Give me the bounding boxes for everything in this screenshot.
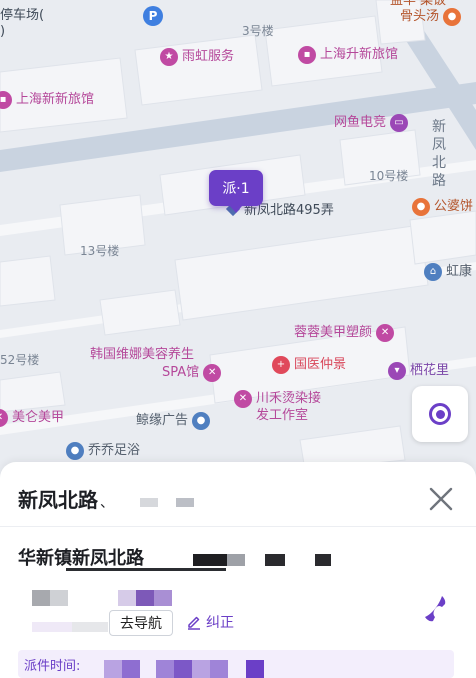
correct-link[interactable]: 纠正 [186,612,234,632]
poi-label: 上海新新旅馆 [16,92,95,107]
building-52: 52号楼 [0,353,40,367]
poi-label: 骨头汤 [400,9,440,24]
road-label-parking: 停车场( [0,8,45,23]
poi-shanghai-sheng-hotel[interactable]: ▪ 上海升新旅馆 [298,46,398,64]
poi-label: 美仑美甲 [12,410,65,425]
service-icon: ★ [160,48,178,66]
poi-label: 蓉蓉美甲塑颜 [294,325,373,340]
poi-hongkang[interactable]: ⌂ 虹康 [424,263,472,281]
poi-rongrong-nails[interactable]: 蓉蓉美甲塑颜 ✕ [294,324,398,342]
poi-qiaoqiao[interactable]: ● 乔乔足浴 [66,442,140,460]
poi-label: 上海升新旅馆 [320,47,399,62]
address-text: 华新镇新凤北路 [18,548,144,569]
poi-label: 川禾烫染接 [256,391,322,406]
dispatch-time-label: 派件时间: [24,659,81,674]
sheet-title: 新凤北路、 [18,484,114,513]
poi-label: 乔乔足浴 [88,443,141,458]
navigate-button[interactable]: 去导航 [109,610,173,636]
redacted-contact [32,590,172,606]
poi-label: 雨虹服务 [182,49,235,64]
map-view[interactable]: 停车场( ) 新凤北路 3号楼 10号楼 13号楼 52号楼 P 益羊 菜饭 骨… [0,0,476,480]
building-10: 10号楼 [369,169,409,183]
home-icon: ⌂ [424,263,442,281]
beauty-icon: ✕ [203,364,222,382]
sheet-title-text: 新凤北路 [18,488,98,512]
dispatch-marker[interactable]: 派·1 [209,170,263,213]
food-icon: ● [412,198,430,216]
beauty-icon: ✕ [234,390,252,408]
shop-icon: ▾ [388,362,406,380]
delivery-detail-sheet: 新凤北路、 华新镇新凤北路 去导航 纠正 派件时间: [0,462,476,678]
close-icon[interactable] [426,484,456,514]
food-icon: ● [443,8,462,26]
redacted-address [193,554,331,566]
poi-chuanhe[interactable]: ✕ 川禾烫染接 [234,390,321,408]
parking-icon[interactable]: P [143,6,163,26]
sheet-title-suffix: 、 [100,495,114,511]
phone-icon[interactable] [420,592,450,626]
poi-guoyi[interactable]: + 国医仲景 [272,356,346,374]
poi-qihuali[interactable]: ▾ 栖花里 [388,362,449,380]
pin-icon: ● [66,442,84,460]
poi-yuhong[interactable]: ★ 雨虹服务 [160,48,234,66]
redacted-text [140,498,194,507]
poi-meilun-nails[interactable]: ✕ 美仑美甲 [0,409,64,427]
poi-label: SPA馆 [162,365,200,380]
edit-icon [188,616,200,630]
building-13: 13号楼 [80,244,120,258]
poi-label: 发工作室 [256,408,309,423]
address-underline [66,568,226,571]
poi-label: 公婆饼 [434,199,474,214]
road-label-parking-end: ) [0,24,6,39]
poi-wangyu[interactable]: 网鱼电竞 ▭ [334,114,412,132]
redacted-contact-2 [32,622,108,632]
dispatch-time-bar: 派件时间: [18,650,454,678]
poi-label: 国医仲景 [294,357,347,372]
locate-icon [429,403,451,425]
locate-button[interactable] [412,386,468,442]
poi-hanguo-spa[interactable]: 韩国维娜美容养生 [90,347,194,363]
redacted-dispatch-time [104,660,264,678]
poi-label: 韩国维娜美容养生 [90,347,195,362]
poi-label: 鲸缘广告 [136,413,189,428]
hotel-icon: ▪ [0,91,12,109]
poi-chuanhe-line2[interactable]: 发工作室 [256,408,308,424]
poi-shanghai-xinxin-hotel[interactable]: ▪ 上海新新旅馆 [0,91,94,109]
correct-link-label: 纠正 [206,615,234,631]
poi-label: 网鱼电竞 [334,115,387,130]
beauty-icon: ✕ [0,409,8,427]
beauty-icon: ✕ [376,324,395,342]
poi-top-right-soup[interactable]: 骨头汤 ● [400,8,465,26]
poi-hanguo-spa-line2[interactable]: SPA馆 ✕ [162,364,225,382]
pin-icon: ● [192,412,211,430]
poi-gongpo[interactable]: ● 公婆饼 [412,198,473,216]
road-label-xinfeng-north: 新凤北路 [432,119,446,189]
poi-jingyuan[interactable]: 鲸缘广告 ● [136,412,214,430]
medical-icon: + [272,356,290,374]
poi-label: 栖花里 [410,363,450,378]
map-base [0,0,476,471]
poi-label: 虹康 [446,264,473,279]
divider [0,526,476,527]
gaming-icon: ▭ [390,114,409,132]
building-3: 3号楼 [242,24,274,38]
hotel-icon: ▪ [298,46,316,64]
